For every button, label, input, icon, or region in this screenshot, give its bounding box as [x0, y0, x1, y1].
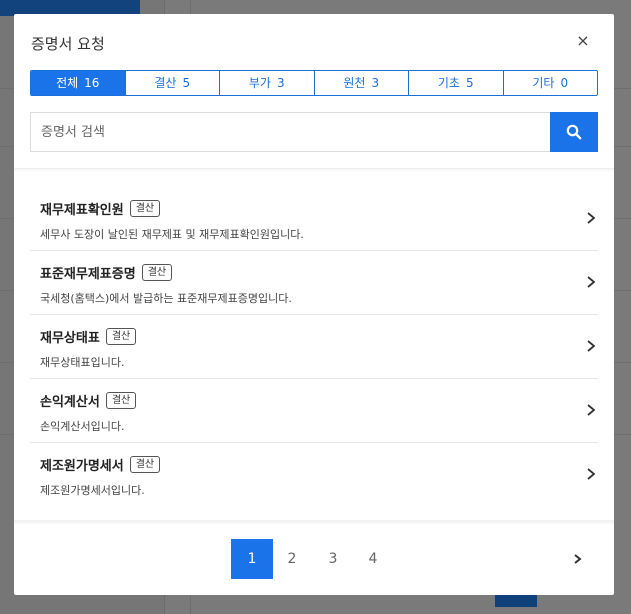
tab-settlement[interactable]: 결산 5	[124, 71, 220, 95]
page-button-2[interactable]: 2	[271, 539, 313, 579]
list-item[interactable]: 손익계산서 결산 손익계산서입니다.	[30, 379, 598, 443]
category-badge: 결산	[129, 200, 161, 217]
page-button-4[interactable]: 4	[352, 539, 394, 579]
certificate-list-area: 재무제표확인원 결산 세무사 도장이 날인된 재무제표 및 재무제표확인원입니다…	[14, 168, 614, 520]
chevron-right-icon	[587, 276, 596, 288]
chevron-right-icon	[587, 404, 596, 416]
category-tabs: 전체 16 결산 5 부가 3 원천 3 기초 5 기타 0	[30, 70, 598, 96]
list-item[interactable]: 재무상태표 결산 재무상태표입니다.	[30, 315, 598, 379]
tab-count: 5	[182, 76, 191, 90]
tab-vat[interactable]: 부가 3	[219, 71, 314, 95]
chevron-right-icon	[587, 468, 596, 480]
category-badge: 결산	[105, 328, 137, 345]
tab-label: 기타	[532, 76, 555, 90]
category-badge: 결산	[105, 392, 137, 409]
item-title: 표준재무제표증명	[40, 267, 136, 282]
certificate-search	[30, 112, 598, 152]
item-title: 제조원가명세서	[40, 459, 124, 474]
item-description: 제조원가명세서입니다.	[40, 484, 145, 497]
tab-label: 결산	[154, 76, 177, 90]
chevron-right-icon[interactable]	[570, 550, 586, 568]
item-title-row: 제조원가명세서 결산	[40, 455, 161, 474]
tab-other[interactable]: 기타 0	[502, 71, 598, 95]
search-input[interactable]	[30, 112, 550, 152]
item-description: 세무사 도장이 날인된 재무제표 및 재무제표확인원입니다.	[40, 228, 304, 241]
close-icon[interactable]: ×	[574, 32, 592, 50]
tab-count: 5	[465, 76, 474, 90]
search-button[interactable]	[550, 112, 598, 152]
chevron-right-icon	[587, 340, 596, 352]
category-badge: 결산	[141, 264, 173, 281]
tab-label: 부가	[248, 76, 271, 90]
item-title: 재무제표확인원	[40, 203, 124, 218]
pagination: 1 2 3 4	[14, 524, 614, 595]
certificate-request-modal: 증명서 요청 × 전체 16 결산 5 부가 3 원천 3 기초 5 기타 0 재무제표확인…	[14, 14, 614, 595]
list-item[interactable]: 제조원가명세서 결산 제조원가명세서입니다.	[30, 443, 598, 507]
certificate-list: 재무제표확인원 결산 세무사 도장이 날인된 재무제표 및 재무제표확인원입니다…	[30, 187, 598, 507]
item-title-row: 재무상태표 결산	[40, 327, 137, 346]
page-button-3[interactable]: 3	[312, 539, 354, 579]
item-title-row: 표준재무제표증명 결산	[40, 263, 173, 282]
page-button-1[interactable]: 1	[231, 539, 273, 579]
item-description: 국세청(홈택스)에서 발급하는 표준재무제표증명입니다.	[40, 292, 292, 305]
tab-count: 0	[560, 76, 569, 90]
chevron-right-icon	[587, 212, 596, 224]
item-title-row: 손익계산서 결산	[40, 391, 137, 410]
tab-count: 3	[276, 76, 285, 90]
tab-withholding[interactable]: 원천 3	[313, 71, 409, 95]
tab-label: 전체	[56, 76, 79, 90]
item-title-row: 재무제표확인원 결산	[40, 199, 161, 218]
list-item[interactable]: 표준재무제표증명 결산 국세청(홈택스)에서 발급하는 표준재무제표증명입니다.	[30, 251, 598, 315]
modal-header: 증명서 요청 ×	[14, 14, 614, 70]
category-badge: 결산	[129, 456, 161, 473]
tab-count: 3	[371, 76, 380, 90]
item-description: 손익계산서입니다.	[40, 420, 125, 433]
item-title: 재무상태표	[40, 331, 100, 346]
tab-all[interactable]: 전체 16	[31, 71, 125, 95]
tab-basic[interactable]: 기초 5	[408, 71, 503, 95]
search-icon	[566, 124, 582, 140]
tab-label: 기초	[437, 76, 460, 90]
item-title: 손익계산서	[40, 395, 100, 410]
item-description: 재무상태표입니다.	[40, 356, 125, 369]
tab-label: 원천	[343, 76, 366, 90]
tab-count: 16	[84, 76, 100, 90]
list-item[interactable]: 재무제표확인원 결산 세무사 도장이 날인된 재무제표 및 재무제표확인원입니다…	[30, 187, 598, 251]
background-button	[495, 595, 537, 607]
modal-title: 증명서 요청	[31, 35, 105, 53]
